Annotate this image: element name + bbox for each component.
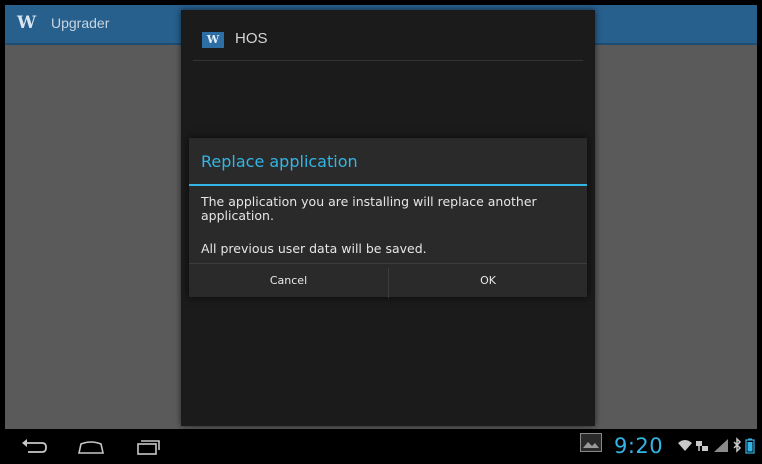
ok-button[interactable]: OK bbox=[389, 264, 587, 298]
battery-icon bbox=[745, 438, 755, 454]
replace-application-dialog: Replace application The application you … bbox=[189, 138, 587, 298]
installer-title: HOS bbox=[235, 30, 268, 47]
dialog-message: The application you are installing will … bbox=[201, 194, 537, 223]
back-icon[interactable] bbox=[14, 435, 54, 459]
wifi-icon bbox=[678, 440, 692, 451]
dialog-button-row: Cancel OK bbox=[189, 263, 587, 298]
cancel-button[interactable]: Cancel bbox=[189, 264, 388, 298]
home-icon[interactable] bbox=[71, 435, 111, 459]
app-logo-icon[interactable]: W bbox=[17, 14, 43, 32]
bluetooth-icon bbox=[733, 437, 742, 453]
status-icons bbox=[676, 437, 760, 455]
app-title: Upgrader bbox=[51, 15, 110, 31]
dialog-title: Replace application bbox=[201, 152, 358, 171]
status-clock: 9:20 bbox=[614, 434, 664, 458]
dialog-title-divider bbox=[189, 184, 587, 186]
installer-header: W HOS bbox=[181, 10, 595, 60]
recent-apps-icon[interactable] bbox=[129, 435, 169, 459]
dialog-message-secondary: All previous user data will be saved. bbox=[201, 241, 427, 256]
screen: W Upgrader W HOS Replace application The… bbox=[0, 0, 762, 464]
network-icon bbox=[696, 441, 708, 451]
installer-divider bbox=[193, 60, 583, 61]
installer-app-icon: W bbox=[202, 32, 224, 48]
signal-icon bbox=[714, 439, 728, 452]
gallery-thumbnail-icon[interactable] bbox=[580, 433, 602, 452]
